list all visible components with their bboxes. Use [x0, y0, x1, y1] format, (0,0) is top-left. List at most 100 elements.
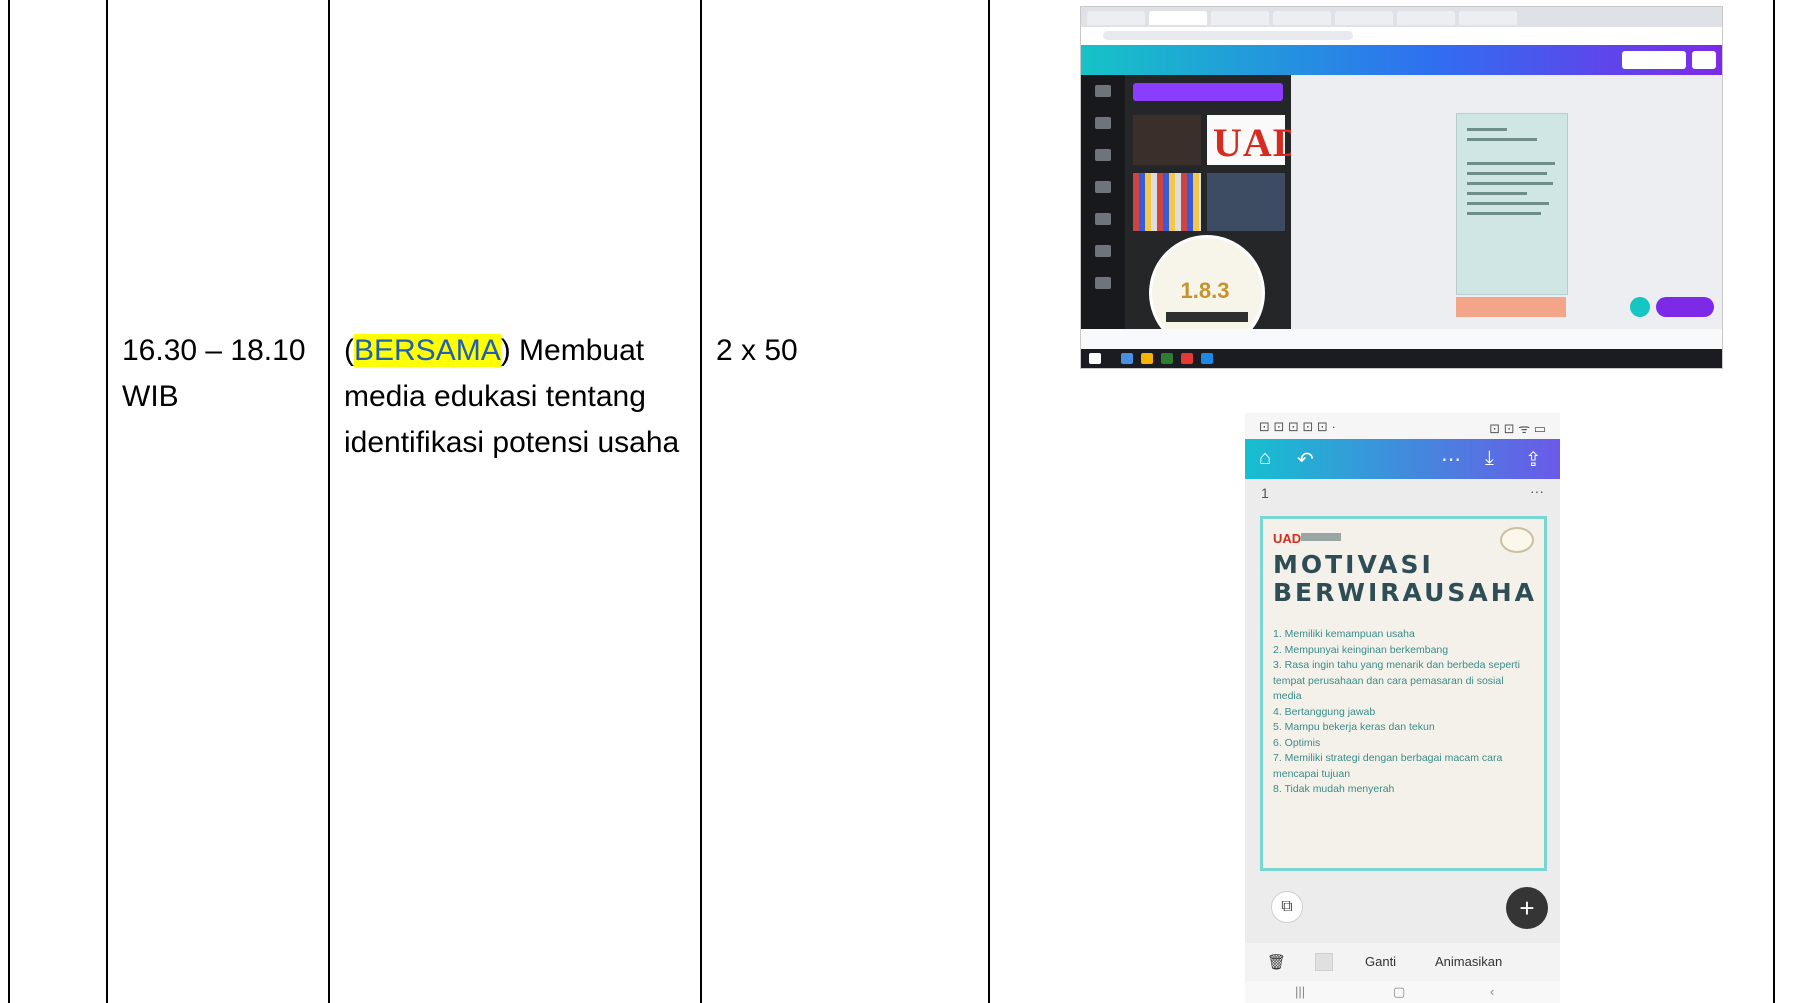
- upload-thumbnail: [1133, 173, 1201, 231]
- upload-thumbnail: [1133, 115, 1201, 165]
- taskbar-icon: [1181, 353, 1193, 364]
- color-swatch: [1315, 953, 1333, 971]
- undo-icon: ↶: [1297, 449, 1314, 471]
- table-border-right: [1773, 0, 1775, 1003]
- page-text-line: [1467, 128, 1507, 131]
- animate-label: Animasikan: [1435, 954, 1503, 969]
- activity-close-paren: ): [500, 334, 511, 367]
- cell-time: 16.30 – 18.10 WIB: [122, 334, 306, 413]
- home-nav-icon: ▢: [1393, 984, 1406, 999]
- page-text-line: [1467, 182, 1553, 185]
- phone-editor-header: ⌂ ↶ ⋯ ⤓ ⇪: [1245, 439, 1560, 479]
- upload-button: [1133, 83, 1283, 101]
- replace-label: Ganti: [1365, 954, 1397, 969]
- page-footer: [1456, 297, 1566, 317]
- list-item: 4. Bertanggung jawab: [1273, 705, 1376, 718]
- list-item: 2. Mempunyai keinginan berkembang: [1273, 643, 1449, 656]
- url-field: [1103, 31, 1353, 40]
- taskbar: [1081, 349, 1722, 368]
- browser-address-bar: [1081, 27, 1722, 45]
- editor-canvas: [1291, 75, 1722, 329]
- phone-screenshot: ⊡ ⊡ ⊡ ⊡ ⊡ · ⊡ ⊡ ᯤ ▭ ⌂ ↶ ⋯ ⤓ ⇪ 1 ··· UAD …: [1245, 413, 1560, 1003]
- add-button: +: [1506, 887, 1548, 929]
- browser-tab-strip: [1081, 7, 1722, 27]
- rail-icon: [1095, 85, 1111, 97]
- list-item: 1. Memiliki kemampuan usaha: [1273, 628, 1415, 640]
- page-subbar: 1 ···: [1245, 479, 1560, 509]
- editor-side-rail: [1081, 75, 1125, 329]
- status-left: ⊡ ⊡ ⊡ ⊡ ⊡ ·: [1259, 419, 1336, 434]
- back-icon: ‹: [1490, 984, 1495, 999]
- rail-icon: [1095, 213, 1111, 225]
- browser-tab: [1273, 11, 1331, 25]
- activity-open-paren: (: [344, 334, 354, 367]
- list-item: 7. Memiliki strategi dengan berbagai mac…: [1273, 752, 1503, 780]
- taskbar-icon: [1121, 353, 1133, 364]
- card-list: 1. Memiliki kemampuan usaha 2. Mempunyai…: [1273, 627, 1535, 798]
- table-border-col4: [988, 0, 990, 1003]
- table-border-col2: [328, 0, 330, 1003]
- rail-icon: [1095, 245, 1111, 257]
- home-icon: ⌂: [1259, 447, 1272, 469]
- editor-header: [1081, 45, 1722, 75]
- list-item: 3. Rasa ingin tahu yang menarik dan berb…: [1273, 659, 1520, 702]
- recent-apps-icon: |||: [1295, 984, 1306, 999]
- share-button: [1622, 51, 1686, 69]
- desktop-screenshot: UAD 1.8.3: [1080, 6, 1723, 369]
- browser-tab: [1459, 11, 1517, 25]
- pages-icon: ⧉: [1271, 891, 1303, 923]
- more-button: [1692, 51, 1716, 69]
- more-icon: ⋯: [1441, 449, 1461, 471]
- download-bar: [1081, 329, 1722, 349]
- design-page: [1456, 113, 1568, 295]
- page-text-line: [1467, 202, 1549, 205]
- rail-icon: [1095, 277, 1111, 289]
- trash-icon: 🗑: [1267, 954, 1287, 971]
- cell-duration: 2 x 50: [716, 334, 798, 367]
- page-text-line: [1467, 172, 1547, 175]
- browser-tab: [1397, 11, 1455, 25]
- badge-band: [1166, 312, 1248, 322]
- rail-icon: [1095, 149, 1111, 161]
- page-more: ···: [1530, 483, 1544, 499]
- upload-thumbnail: UAD: [1207, 115, 1302, 165]
- page-text-line: [1467, 192, 1527, 195]
- status-right: ⊡ ⊡ ᯤ ▭: [1489, 421, 1546, 436]
- page-text-line: [1467, 162, 1555, 165]
- present-button: [1656, 297, 1714, 317]
- card-title: MOTIVASI BERWIRAUSAHA: [1273, 550, 1538, 607]
- rail-icon: [1095, 117, 1111, 129]
- cell-activity: (BERSAMA) Membuat media edukasi tentang …: [344, 328, 694, 466]
- share-icon: ⇪: [1525, 449, 1542, 471]
- brand-text: UAD: [1213, 120, 1303, 165]
- design-card: UAD MOTIVASI BERWIRAUSAHA 1. Memiliki ke…: [1260, 516, 1547, 871]
- table-border-col3: [700, 0, 702, 1003]
- taskbar-icon: [1141, 353, 1153, 364]
- taskbar-icon: [1161, 353, 1173, 364]
- start-icon: [1089, 353, 1101, 364]
- browser-tab: [1087, 11, 1145, 25]
- browser-tab: [1211, 11, 1269, 25]
- card-logo: UAD: [1273, 531, 1302, 546]
- table-border-left: [8, 0, 10, 1003]
- activity-highlight: BERSAMA: [354, 334, 501, 367]
- taskbar-icon: [1201, 353, 1213, 364]
- uploads-panel: UAD 1.8.3: [1125, 75, 1302, 351]
- card-logo-subtitle: [1301, 533, 1341, 541]
- page-text-line: [1467, 212, 1541, 215]
- table-border-col1: [106, 0, 108, 1003]
- page-text-line: [1467, 138, 1537, 141]
- list-item: 6. Optimis: [1273, 736, 1321, 749]
- help-button: [1630, 297, 1650, 317]
- download-icon: ⤓: [1485, 447, 1494, 469]
- browser-tab: [1335, 11, 1393, 25]
- page-indicator: 1: [1261, 485, 1269, 501]
- phone-status-bar: ⊡ ⊡ ⊡ ⊡ ⊡ · ⊡ ⊡ ᯤ ▭: [1245, 413, 1560, 439]
- upload-thumbnail: [1207, 173, 1285, 231]
- list-item: 8. Tidak mudah menyerah: [1273, 783, 1395, 795]
- rail-icon: [1095, 181, 1111, 193]
- browser-tab: [1149, 11, 1207, 25]
- phone-nav-bar: ||| ▢ ‹: [1245, 981, 1560, 1003]
- phone-toolbar: ⧉ +: [1245, 879, 1560, 943]
- card-stamp: [1500, 527, 1534, 553]
